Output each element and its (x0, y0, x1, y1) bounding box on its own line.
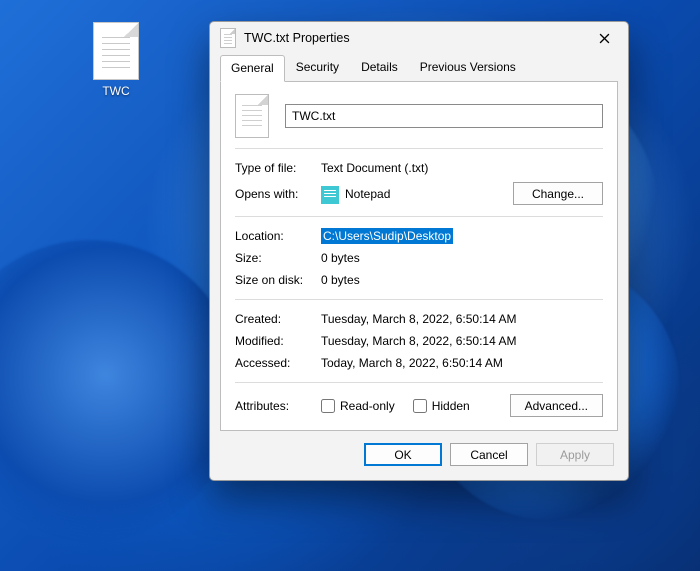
tab-general[interactable]: General (220, 55, 285, 82)
readonly-checkbox[interactable]: Read-only (321, 399, 395, 413)
created-value: Tuesday, March 8, 2022, 6:50:14 AM (321, 312, 603, 326)
properties-dialog: TWC.txt Properties General Security Deta… (209, 21, 629, 481)
size-on-disk-value: 0 bytes (321, 273, 603, 287)
cancel-button[interactable]: Cancel (450, 443, 528, 466)
titlebar[interactable]: TWC.txt Properties (210, 22, 628, 54)
opens-with-value: Notepad (345, 187, 390, 201)
apply-button[interactable]: Apply (536, 443, 614, 466)
location-value[interactable]: C:\Users\Sudip\Desktop (321, 228, 453, 244)
dialog-title: TWC.txt Properties (244, 31, 586, 45)
tab-previous-versions[interactable]: Previous Versions (409, 54, 527, 81)
type-of-file-label: Type of file: (235, 161, 321, 175)
accessed-value: Today, March 8, 2022, 6:50:14 AM (321, 356, 603, 370)
file-type-icon (235, 94, 269, 138)
attributes-label: Attributes: (235, 399, 321, 413)
close-icon (599, 33, 610, 44)
close-button[interactable] (586, 26, 622, 50)
advanced-button[interactable]: Advanced... (510, 394, 603, 417)
notepad-icon (321, 186, 339, 204)
text-file-icon (93, 22, 139, 80)
dialog-footer: OK Cancel Apply (210, 431, 628, 480)
filename-input[interactable] (285, 104, 603, 128)
tab-details[interactable]: Details (350, 54, 409, 81)
type-of-file-value: Text Document (.txt) (321, 161, 603, 175)
readonly-checkbox-label: Read-only (340, 399, 395, 413)
ok-button[interactable]: OK (364, 443, 442, 466)
size-label: Size: (235, 251, 321, 265)
tabstrip: General Security Details Previous Versio… (210, 54, 628, 81)
tab-security[interactable]: Security (285, 54, 350, 81)
hidden-checkbox-label: Hidden (432, 399, 470, 413)
accessed-label: Accessed: (235, 356, 321, 370)
location-label: Location: (235, 229, 321, 243)
modified-value: Tuesday, March 8, 2022, 6:50:14 AM (321, 334, 603, 348)
change-button[interactable]: Change... (513, 182, 603, 205)
modified-label: Modified: (235, 334, 321, 348)
size-on-disk-label: Size on disk: (235, 273, 321, 287)
size-value: 0 bytes (321, 251, 603, 265)
desktop-file-label: TWC (78, 84, 154, 98)
hidden-checkbox-input[interactable] (413, 399, 427, 413)
readonly-checkbox-input[interactable] (321, 399, 335, 413)
hidden-checkbox[interactable]: Hidden (413, 399, 470, 413)
tab-panel-general: Type of file: Text Document (.txt) Opens… (220, 81, 618, 431)
opens-with-label: Opens with: (235, 187, 321, 201)
created-label: Created: (235, 312, 321, 326)
title-file-icon (220, 28, 236, 48)
desktop-file-icon[interactable]: TWC (78, 22, 154, 98)
